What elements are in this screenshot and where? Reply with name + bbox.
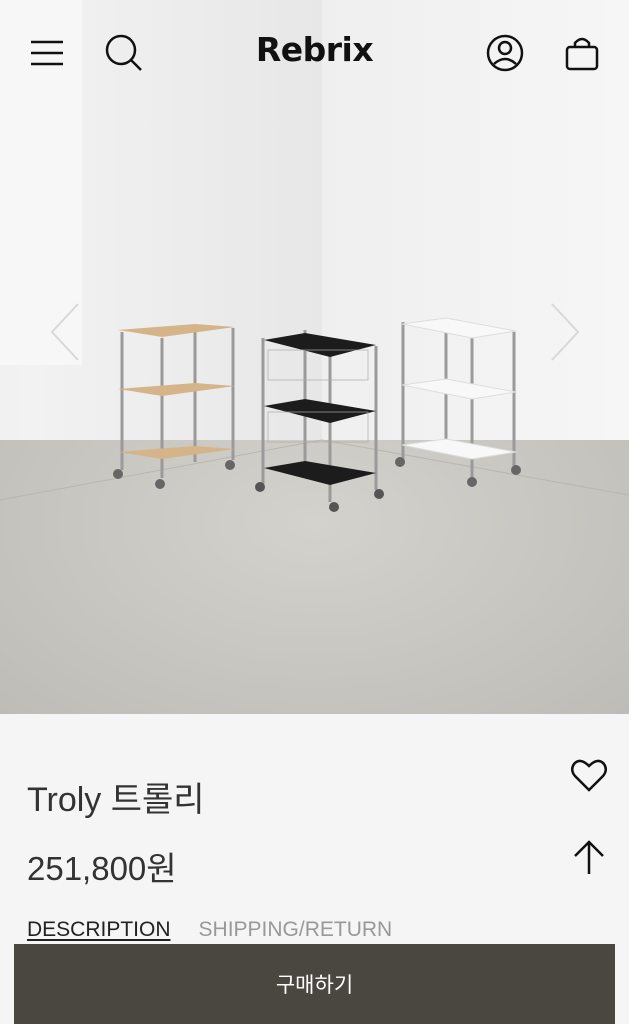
wishlist-heart-icon[interactable]	[569, 755, 609, 795]
trolleys-illustration	[0, 317, 629, 512]
shopping-bag-icon[interactable]	[562, 33, 602, 73]
chevron-right-icon[interactable]	[546, 300, 586, 364]
brand-logo[interactable]: Rebrix	[0, 30, 629, 69]
product-image	[0, 0, 629, 714]
scroll-top-arrow-icon[interactable]	[569, 838, 609, 878]
chevron-left-icon[interactable]	[48, 300, 88, 364]
buy-button[interactable]: 구매하기	[14, 944, 615, 1024]
account-icon[interactable]	[485, 33, 525, 73]
product-name: Troly 트롤리	[27, 781, 205, 819]
tab-description[interactable]: DESCRIPTION	[27, 918, 171, 942]
product-tabs: DESCRIPTION SHIPPING/RETURN	[27, 918, 420, 942]
site-header: Rebrix	[0, 0, 629, 105]
product-price: 251,800원	[27, 850, 177, 887]
tab-shipping-return[interactable]: SHIPPING/RETURN	[199, 918, 393, 942]
